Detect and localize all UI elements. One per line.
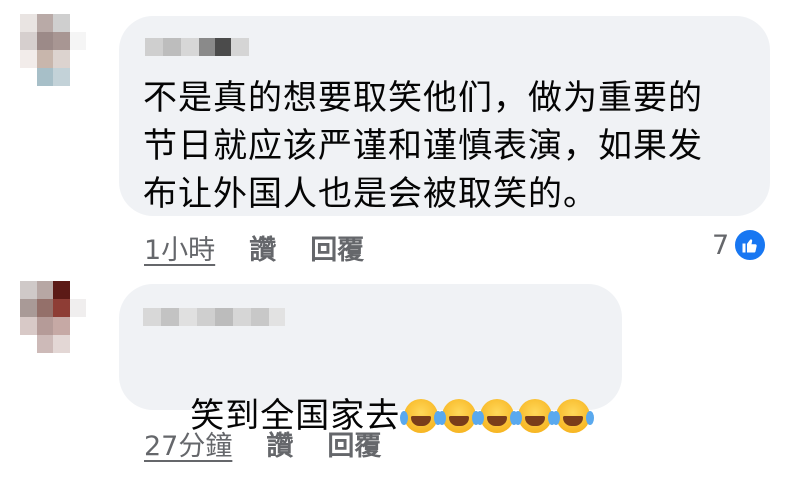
- face-with-tears-of-joy-icon: [552, 399, 591, 433]
- face-with-tears-of-joy-icon: [476, 399, 515, 433]
- comment-text: 笑到全国家去: [143, 344, 591, 488]
- comment-text: 不是真的想要取笑他们，做为重要的 节日就应该严谨和谨慎表演，如果发 布让外国人也…: [143, 78, 703, 214]
- reply-button[interactable]: 回覆: [310, 228, 364, 267]
- reaction-summary[interactable]: 7: [712, 228, 768, 262]
- like-button[interactable]: 讚: [249, 228, 276, 267]
- reply-button[interactable]: 回覆: [327, 424, 381, 463]
- comment-bubble: 不是真的想要取笑他们，做为重要的 节日就应该严谨和谨慎表演，如果发 布让外国人也…: [119, 16, 770, 216]
- like-button[interactable]: 讚: [266, 424, 293, 463]
- comment-timestamp[interactable]: 27分鐘: [144, 424, 232, 463]
- commenter-name-blurred[interactable]: [143, 308, 285, 326]
- comment-bubble: 笑到全国家去: [119, 284, 622, 436]
- like-icon: [733, 228, 768, 262]
- commenter-avatar[interactable]: [20, 281, 86, 353]
- face-with-tears-of-joy-icon: [514, 399, 553, 433]
- comment-timestamp[interactable]: 1小時: [144, 228, 215, 267]
- reaction-count: 7: [712, 229, 730, 261]
- commenter-avatar[interactable]: [20, 14, 86, 86]
- face-with-tears-of-joy-icon: [438, 399, 477, 433]
- comment-actions: 27分鐘 讚 回覆: [144, 424, 381, 463]
- face-with-tears-of-joy-icon: [400, 399, 439, 433]
- comment-actions: 1小時 讚 回覆: [144, 228, 364, 267]
- commenter-name-blurred[interactable]: [145, 38, 249, 56]
